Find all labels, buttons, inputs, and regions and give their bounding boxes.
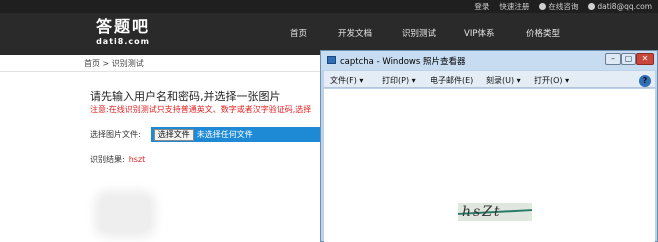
result-label: 识别结果: [90,155,125,164]
result-value: hszt [128,155,146,164]
nav-item-home[interactable]: 首页 [290,27,307,39]
file-status: 未选择任何文件 [196,130,253,139]
help-icon[interactable]: ? [639,75,651,87]
photo-viewer-window: captcha - Windows 照片查看器 – ▢ ✕ 文件(F) ▾ 打印… [320,50,658,242]
breadcrumb[interactable]: 首页 > 识别测试 [84,58,144,69]
maximize-button[interactable]: ▢ [621,53,636,65]
email-label: dati8@qq.com [597,2,652,11]
menu-open[interactable]: 打开(O) ▾ [534,75,569,86]
nav-menu: 首页 开发文档 识别测试 VIP体系 价格类型 [0,27,658,41]
menu-print[interactable]: 打印(P) ▾ [382,75,416,86]
notice-text: 注意:在线识别测试只支持普通英文、数字或者汉字验证码,选择 [90,105,312,114]
captcha-image: hsZt [458,203,532,221]
file-input[interactable]: 选择文件 未选择任何文件 [150,127,326,142]
register-link[interactable]: 快速注册 [499,1,529,12]
file-select-row: 选择图片文件: 选择文件 未选择任何文件 [90,127,326,142]
menu-email[interactable]: 电子邮件(E) [430,75,473,86]
person-icon [539,3,547,10]
blurred-region [100,196,150,232]
email-icon [588,3,596,10]
main-navbar: 答题吧 dati8.com 首页 开发文档 识别测试 VIP体系 价格类型 [0,13,658,55]
viewer-menubar: 文件(F) ▾ 打印(P) ▾ 电子邮件(E) 刻录(U) ▾ 打开(O) ▾ … [324,71,655,88]
image-canvas: hsZt [324,89,655,242]
nav-item-pricing[interactable]: 价格类型 [526,27,560,39]
result-row: 识别结果: hszt [90,154,145,165]
minimize-button[interactable]: – [605,53,621,65]
nav-item-test[interactable]: 识别测试 [402,27,436,39]
photo-app-icon [327,56,336,64]
choose-file-button[interactable]: 选择文件 [153,128,194,141]
email-link[interactable]: dati8@qq.com [588,1,652,12]
captcha-text: hsZt [462,204,502,220]
menu-burn[interactable]: 刻录(U) ▾ [486,75,521,86]
top-strip: 登录 快速注册 在线咨询 dati8@qq.com [0,0,658,13]
login-link[interactable]: 登录 [474,1,489,12]
viewer-titlebar[interactable]: captcha - Windows 照片查看器 – ▢ ✕ [321,51,657,70]
top-links: 登录 快速注册 在线咨询 dati8@qq.com [474,1,652,12]
nav-item-vip[interactable]: VIP体系 [464,27,494,39]
nav-item-docs[interactable]: 开发文档 [338,27,372,39]
menu-file[interactable]: 文件(F) ▾ [330,75,363,86]
close-button[interactable]: ✕ [636,53,654,65]
viewer-title: captcha - Windows 照片查看器 [340,57,466,67]
online-consult-label: 在线咨询 [548,2,579,11]
page-heading: 请先输入用户名和密码,并选择一张图片 [90,90,281,103]
online-consult-link[interactable]: 在线咨询 [539,1,578,12]
file-label: 选择图片文件: [90,130,141,139]
